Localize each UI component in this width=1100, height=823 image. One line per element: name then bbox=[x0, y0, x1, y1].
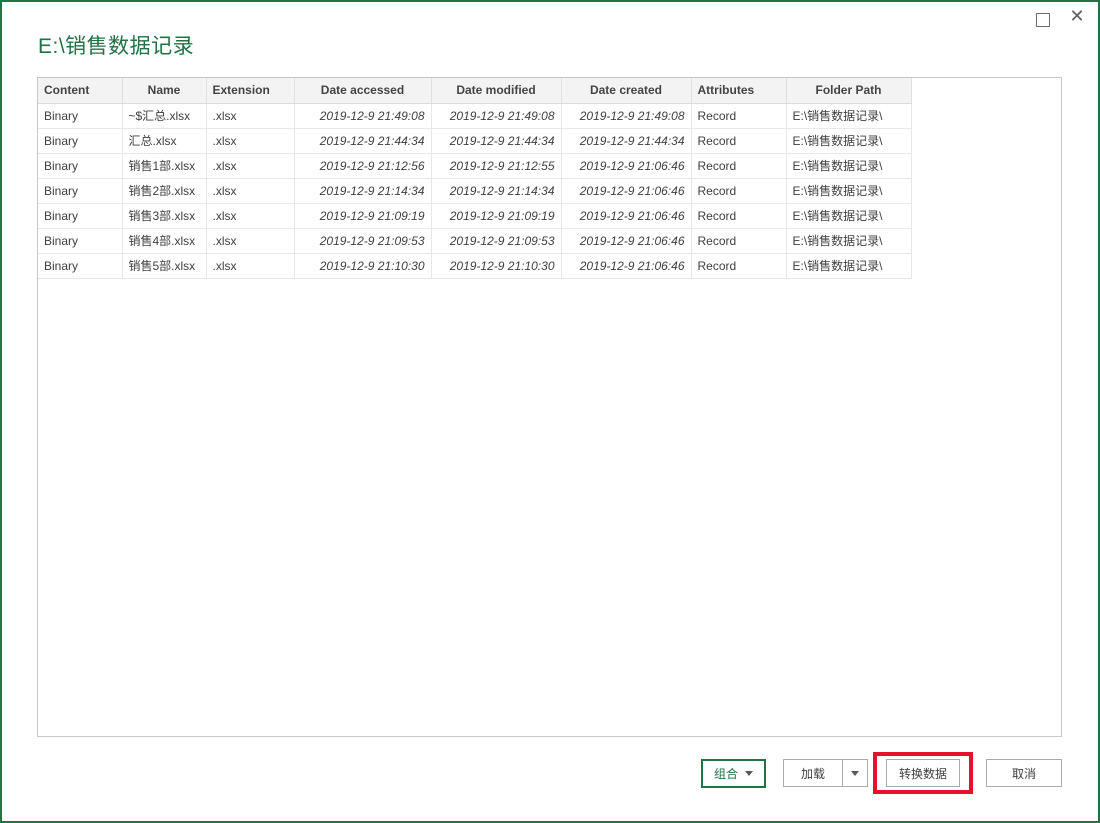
maximize-button[interactable] bbox=[1034, 11, 1052, 29]
column-header-folder-path: Folder Path bbox=[786, 78, 912, 104]
table-cell: Record bbox=[691, 228, 787, 254]
column-header-date-created: Date created bbox=[561, 78, 692, 104]
table-cell: Binary bbox=[38, 103, 123, 129]
load-dropdown-button[interactable] bbox=[841, 760, 867, 786]
load-button[interactable]: 加载 bbox=[783, 760, 842, 786]
table-cell: .xlsx bbox=[206, 103, 295, 129]
column-header-date-modified: Date modified bbox=[431, 78, 562, 104]
table-cell: Binary bbox=[38, 253, 123, 279]
table-cell: .xlsx bbox=[206, 128, 295, 154]
table-cell: 2019-12-9 21:49:08 bbox=[294, 103, 432, 129]
transform-data-button[interactable]: 转换数据 bbox=[885, 759, 960, 787]
table-row: Binary 汇总.xlsx .xlsx 2019-12-9 21:44:34 2019… bbox=[38, 128, 912, 154]
table-cell: Record bbox=[691, 203, 787, 229]
footer-button-bar: 组合 加载 转换数据 取消 bbox=[700, 752, 1062, 794]
table-cell: .xlsx bbox=[206, 228, 295, 254]
load-split-button: 加载 bbox=[782, 759, 868, 787]
table-row: Binary 销售2部.xlsx .xlsx 2019-12-9 21:14:34 20… bbox=[38, 178, 912, 204]
table-row: Binary 销售3部.xlsx .xlsx 2019-12-9 21:09:19 20… bbox=[38, 203, 912, 229]
table-cell: Binary bbox=[38, 178, 123, 204]
column-header-extension: Extension bbox=[206, 78, 295, 104]
close-button[interactable]: ✕ bbox=[1066, 5, 1088, 29]
folder-preview-dialog: ✕ E:\销售数据记录 Content Name Extension Date … bbox=[0, 0, 1100, 823]
table-cell: 销售4部.xlsx bbox=[122, 228, 207, 254]
table-cell: 2019-12-9 21:14:34 bbox=[294, 178, 432, 204]
table-cell: 2019-12-9 21:12:56 bbox=[294, 153, 432, 179]
table-cell: 2019-12-9 21:06:46 bbox=[561, 153, 692, 179]
table-cell: 2019-12-9 21:44:34 bbox=[561, 128, 692, 154]
table-cell: Record bbox=[691, 178, 787, 204]
table-cell: .xlsx bbox=[206, 203, 295, 229]
table-cell: 2019-12-9 21:06:46 bbox=[561, 253, 692, 279]
combine-button[interactable]: 组合 bbox=[700, 758, 766, 788]
table-cell: 2019-12-9 21:09:19 bbox=[431, 203, 562, 229]
table-cell: 2019-12-9 21:49:08 bbox=[561, 103, 692, 129]
column-header-name: Name bbox=[122, 78, 207, 104]
table-cell: Record bbox=[691, 153, 787, 179]
table-cell: 2019-12-9 21:44:34 bbox=[431, 128, 562, 154]
table-cell: ~$汇总.xlsx bbox=[122, 103, 207, 129]
file-preview-table-container: Content Name Extension Date accessed Dat… bbox=[37, 77, 1062, 737]
table-cell: E:\销售数据记录\ bbox=[786, 128, 912, 154]
table-cell: 2019-12-9 21:06:46 bbox=[561, 178, 692, 204]
table-cell: Binary bbox=[38, 228, 123, 254]
table-cell: Record bbox=[691, 103, 787, 129]
table-cell: E:\销售数据记录\ bbox=[786, 228, 912, 254]
file-preview-table: Content Name Extension Date accessed Dat… bbox=[38, 78, 912, 279]
table-cell: 汇总.xlsx bbox=[122, 128, 207, 154]
table-cell: E:\销售数据记录\ bbox=[786, 253, 912, 279]
table-cell: 销售1部.xlsx bbox=[122, 153, 207, 179]
table-cell: E:\销售数据记录\ bbox=[786, 153, 912, 179]
table-cell: 2019-12-9 21:49:08 bbox=[431, 103, 562, 129]
table-cell: 2019-12-9 21:09:19 bbox=[294, 203, 432, 229]
table-cell: 2019-12-9 21:09:53 bbox=[431, 228, 562, 254]
chevron-down-icon bbox=[744, 770, 753, 776]
table-cell: 销售3部.xlsx bbox=[122, 203, 207, 229]
combine-button-label: 组合 bbox=[713, 766, 738, 781]
file-preview-table-body: Binary ~$汇总.xlsx .xlsx 2019-12-9 21:49:08 20… bbox=[38, 103, 912, 279]
page-title: E:\销售数据记录 bbox=[38, 35, 195, 58]
table-cell: 2019-12-9 21:44:34 bbox=[294, 128, 432, 154]
table-cell: 销售5部.xlsx bbox=[122, 253, 207, 279]
table-cell: .xlsx bbox=[206, 178, 295, 204]
table-cell: 2019-12-9 21:12:55 bbox=[431, 153, 562, 179]
column-header-content: Content bbox=[38, 78, 123, 104]
table-cell: 2019-12-9 21:06:46 bbox=[561, 203, 692, 229]
column-header-date-accessed: Date accessed bbox=[294, 78, 432, 104]
table-cell: .xlsx bbox=[206, 153, 295, 179]
table-row: Binary ~$汇总.xlsx .xlsx 2019-12-9 21:49:08 20… bbox=[38, 103, 912, 129]
table-cell: 销售2部.xlsx bbox=[122, 178, 207, 204]
table-cell: 2019-12-9 21:10:30 bbox=[431, 253, 562, 279]
close-icon: ✕ bbox=[1069, 6, 1085, 27]
table-cell: Record bbox=[691, 253, 787, 279]
table-cell: Binary bbox=[38, 128, 123, 154]
table-cell: E:\销售数据记录\ bbox=[786, 103, 912, 129]
table-cell: 2019-12-9 21:09:53 bbox=[294, 228, 432, 254]
table-header-row: Content Name Extension Date accessed Dat… bbox=[38, 78, 912, 104]
column-header-attributes: Attributes bbox=[691, 78, 787, 104]
table-cell: Record bbox=[691, 128, 787, 154]
table-cell: 2019-12-9 21:14:34 bbox=[431, 178, 562, 204]
table-cell: Binary bbox=[38, 203, 123, 229]
table-row: Binary 销售4部.xlsx .xlsx 2019-12-9 21:09:53 20… bbox=[38, 228, 912, 254]
table-row: Binary 销售5部.xlsx .xlsx 2019-12-9 21:10:30 20… bbox=[38, 253, 912, 279]
red-highlight-annotation: 转换数据 bbox=[872, 752, 973, 794]
table-cell: Binary bbox=[38, 153, 123, 179]
table-row: Binary 销售1部.xlsx .xlsx 2019-12-9 21:12:56 20… bbox=[38, 153, 912, 179]
maximize-icon bbox=[1036, 13, 1050, 27]
cancel-button[interactable]: 取消 bbox=[986, 759, 1062, 787]
table-cell: E:\销售数据记录\ bbox=[786, 178, 912, 204]
table-cell: 2019-12-9 21:10:30 bbox=[294, 253, 432, 279]
table-cell: .xlsx bbox=[206, 253, 295, 279]
chevron-down-icon bbox=[850, 770, 859, 776]
table-cell: 2019-12-9 21:06:46 bbox=[561, 228, 692, 254]
table-cell: E:\销售数据记录\ bbox=[786, 203, 912, 229]
